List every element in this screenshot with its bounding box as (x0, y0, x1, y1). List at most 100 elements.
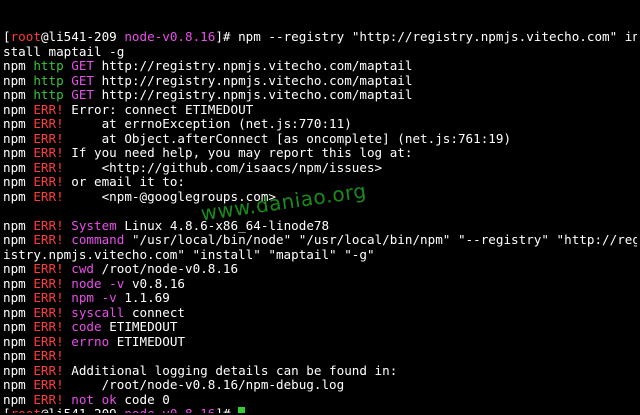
terminal-text-segment: http (33, 87, 72, 102)
terminal-text-segment: npm -v (71, 290, 125, 305)
terminal-text-segment: npm (3, 188, 34, 204)
terminal-output: [root@li541-209 node-v0.8.16]# npm --reg… (3, 29, 637, 413)
terminal-text-segment: ERR! (33, 232, 72, 247)
terminal-text-segment: ]# (215, 406, 238, 413)
terminal-text-segment: node-v0.8.16 (124, 406, 215, 413)
terminal-text-segment: /root/node-v0.8.16/npm-debug.log (71, 377, 345, 392)
terminal-text-segment: http://registry.npmjs.vitecho.com/maptai… (101, 87, 413, 102)
terminal-line: stall maptail -g (3, 43, 637, 60)
terminal-text-segment: root (10, 29, 41, 44)
terminal-line: npm ERR! <http://github.com/isaacs/npm/i… (3, 159, 637, 176)
terminal-text-segment: npm (3, 87, 34, 102)
terminal-text-segment: npm (3, 290, 34, 305)
terminal-window[interactable]: [root@li541-209 node-v0.8.16]# npm --reg… (3, 1, 637, 413)
terminal-text-segment: ERR! (33, 362, 72, 378)
terminal-text-segment: not ok (71, 391, 125, 407)
terminal-text-segment: npm (3, 391, 34, 407)
terminal-text-segment: npm (3, 275, 34, 291)
terminal-text-segment: ETIMEDOUT (116, 333, 186, 349)
terminal-text-segment: command (71, 232, 132, 247)
terminal-line: npm ERR! System Linux 4.8.6-x86_64-linod… (3, 217, 637, 234)
terminal-line: npm ERR! Additional logging details can … (3, 362, 637, 379)
terminal-text-segment: GET (71, 72, 102, 88)
terminal-text-segment: ERR! (33, 261, 72, 276)
terminal-text-segment: istry.npmjs.vitecho.com" "install" "mapt… (3, 246, 375, 262)
terminal-text-segment: [ (3, 406, 11, 413)
terminal-text-segment: Linux 4.8.6-x86_64-linode78 (124, 217, 330, 233)
terminal-text-segment: "/usr/local/bin/node" "/usr/local/bin/np… (131, 232, 637, 247)
terminal-text-segment: ]# npm --registry "http://registry.npmjs… (215, 29, 637, 44)
terminal-line: npm http GET http://registry.npmjs.vitec… (3, 58, 637, 74)
terminal-text-segment: npm (3, 145, 34, 160)
terminal-text-segment: npm (3, 217, 34, 233)
terminal-text-segment: npm (3, 101, 34, 117)
terminal-text-segment: http (33, 58, 72, 73)
terminal-text-segment: ETIMEDOUT (109, 319, 178, 334)
terminal-text-segment: at Object.afterConnect [as oncomplete] (… (71, 130, 512, 146)
terminal-text-segment: npm (3, 261, 34, 276)
terminal-text-segment: node-v0.8.16 (124, 29, 216, 44)
terminal-text-segment: ERR! (33, 145, 72, 160)
terminal-cursor (238, 407, 246, 413)
terminal-text-segment: http://registry.npmjs.vitecho.com/maptai… (101, 58, 413, 73)
terminal-line: npm ERR! /root/node-v0.8.16/npm-debug.lo… (3, 377, 637, 393)
terminal-text-segment: npm (3, 377, 34, 392)
terminal-text-segment: ERR! (33, 290, 72, 305)
terminal-line: npm ERR! Error: connect ETIMEDOUT (3, 101, 637, 118)
terminal-text-segment: Error: connect ETIMEDOUT (71, 101, 254, 117)
terminal-text-segment: http (33, 72, 72, 88)
terminal-text-segment: errno (71, 333, 117, 349)
terminal-text-segment: ERR! (33, 304, 72, 320)
terminal-text-segment: npm (3, 130, 34, 146)
terminal-text-segment: npm (3, 174, 34, 189)
terminal-line: npm ERR! (3, 348, 637, 364)
terminal-text-segment: node -v (71, 275, 132, 291)
terminal-text-segment: ERR! (33, 319, 72, 334)
terminal-text-segment: npm (3, 333, 34, 349)
terminal-text-segment: <npm-@googlegroups.com> (71, 188, 276, 204)
terminal-text-segment: GET (71, 87, 102, 102)
terminal-line: npm ERR! at Object.afterConnect [as onco… (3, 130, 637, 147)
terminal-line: npm ERR! syscall connect (3, 304, 637, 321)
terminal-text-segment: ERR! (33, 348, 72, 363)
terminal-text-segment: connect (131, 304, 186, 320)
terminal-text-segment: 1.1.69 (124, 290, 170, 305)
terminal-line: npm ERR! <npm-@googlegroups.com> (3, 188, 637, 205)
terminal-line: npm ERR! or email it to: (3, 174, 637, 190)
terminal-line: npm ERR! If you need help, you may repor… (3, 145, 637, 161)
terminal-line: npm ERR! at errnoException (net.js:770:1… (3, 116, 637, 132)
terminal-line: npm ERR! code ETIMEDOUT (3, 319, 637, 335)
terminal-text-segment: http://registry.npmjs.vitecho.com/maptai… (101, 72, 413, 88)
terminal-text-segment: npm (3, 319, 34, 334)
terminal-text-segment: ERR! (33, 188, 72, 204)
terminal-text-segment: npm (3, 304, 34, 320)
terminal-text-segment: cwd (71, 261, 102, 276)
terminal-text-segment: root (11, 406, 41, 413)
terminal-text-segment: npm (3, 362, 34, 378)
terminal-text-segment: /root/node-v0.8.16 (101, 261, 239, 276)
terminal-line: npm ERR! node -v v0.8.16 (3, 275, 637, 292)
terminal-text-segment: npm (3, 58, 34, 73)
terminal-line: [root@li541-209 node-v0.8.16]# npm --reg… (3, 29, 637, 45)
terminal-text-segment: <http://github.com/isaacs/npm/issues> (71, 159, 383, 175)
terminal-text-segment: ERR! (33, 159, 72, 175)
terminal-text-segment: code (71, 319, 110, 334)
terminal-line: npm ERR! errno ETIMEDOUT (3, 333, 637, 350)
terminal-text-segment: ERR! (33, 116, 72, 131)
terminal-text-segment: ERR! (33, 130, 72, 146)
terminal-text-segment: System (71, 217, 125, 233)
terminal-text-segment: syscall (71, 304, 132, 320)
terminal-text-segment: @li541-209 (41, 406, 124, 413)
terminal-line: [root@li541-209 node-v0.8.16]# (3, 406, 637, 413)
terminal-text-segment: npm (3, 72, 34, 88)
terminal-text-segment: [ (3, 29, 11, 44)
terminal-text-segment: stall maptail -g (3, 43, 125, 59)
terminal-text-segment: code 0 (124, 391, 170, 407)
terminal-text-segment: npm (3, 232, 34, 247)
terminal-text-segment: or email it to: (71, 174, 185, 189)
terminal-text-segment: ERR! (33, 391, 72, 407)
terminal-line: npm ERR! npm -v 1.1.69 (3, 290, 637, 306)
terminal-line: npm ERR! command "/usr/local/bin/node" "… (3, 232, 637, 248)
terminal-text-segment: ERR! (33, 275, 72, 291)
terminal-line: npm http GET http://registry.npmjs.vitec… (3, 72, 637, 89)
